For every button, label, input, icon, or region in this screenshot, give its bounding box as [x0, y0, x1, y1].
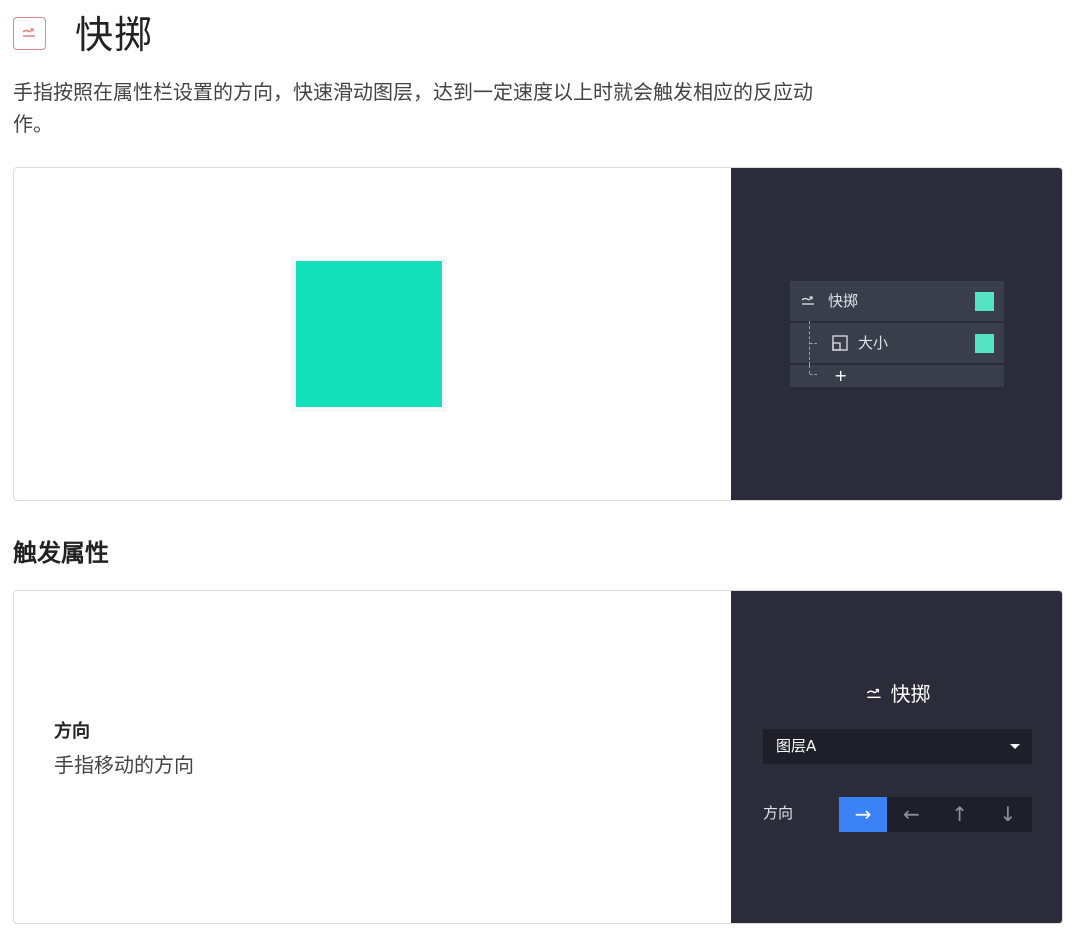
size-icon — [832, 335, 848, 351]
layer-select[interactable]: 图层A — [763, 729, 1032, 764]
layer-select-value: 图层A — [776, 737, 817, 755]
direction-right-button[interactable]: → — [839, 797, 888, 832]
tree-row-trigger[interactable]: 快掷 — [790, 281, 1004, 321]
tree-connector — [810, 374, 817, 375]
size-color-swatch[interactable] — [975, 334, 994, 353]
tree-trigger-label: 快掷 — [828, 292, 859, 310]
property-editor: 快掷 图层A 方向 → ← ↑ ↓ — [731, 591, 1062, 923]
demo-layer-square[interactable] — [296, 261, 442, 407]
direction-up-button[interactable]: ↑ — [936, 797, 984, 832]
editor-title-label: 快掷 — [890, 682, 931, 706]
flick-icon — [866, 688, 881, 699]
direction-segmented-control: → ← ↑ ↓ — [839, 797, 1032, 832]
page-title: 快掷 — [75, 13, 154, 57]
caret-down-icon — [1010, 744, 1020, 749]
tree-connector — [809, 365, 810, 374]
add-action-button[interactable]: + — [834, 365, 847, 387]
property-description: 手指移动的方向 — [54, 753, 194, 777]
demo-panel: 快掷 大小 + — [13, 167, 1063, 501]
tree-row-add[interactable]: + — [790, 365, 1004, 387]
layer-tree-panel: 快掷 大小 + — [731, 168, 1062, 500]
flick-icon — [13, 17, 46, 50]
direction-left-button[interactable]: ← — [887, 797, 935, 832]
direction-down-button[interactable]: ↓ — [984, 797, 1032, 832]
page-description: 手指按照在属性栏设置的方向，快速滑动图层，达到一定速度以上时就会触发相应的反应动… — [13, 80, 813, 136]
editor-title: 快掷 — [731, 679, 1062, 709]
property-name: 方向 — [54, 721, 90, 742]
section-title: 触发属性 — [13, 539, 109, 567]
property-panel: 方向 手指移动的方向 快掷 图层A 方向 → ← ↑ ↓ — [13, 590, 1063, 924]
direction-label: 方向 — [763, 804, 794, 822]
trigger-color-swatch[interactable] — [975, 292, 994, 311]
tree-size-label: 大小 — [858, 334, 889, 352]
layer-tree: 快掷 大小 + — [790, 281, 1004, 389]
tree-connector — [810, 343, 817, 344]
tree-row-size[interactable]: 大小 — [790, 321, 1004, 365]
flick-icon — [801, 296, 814, 305]
